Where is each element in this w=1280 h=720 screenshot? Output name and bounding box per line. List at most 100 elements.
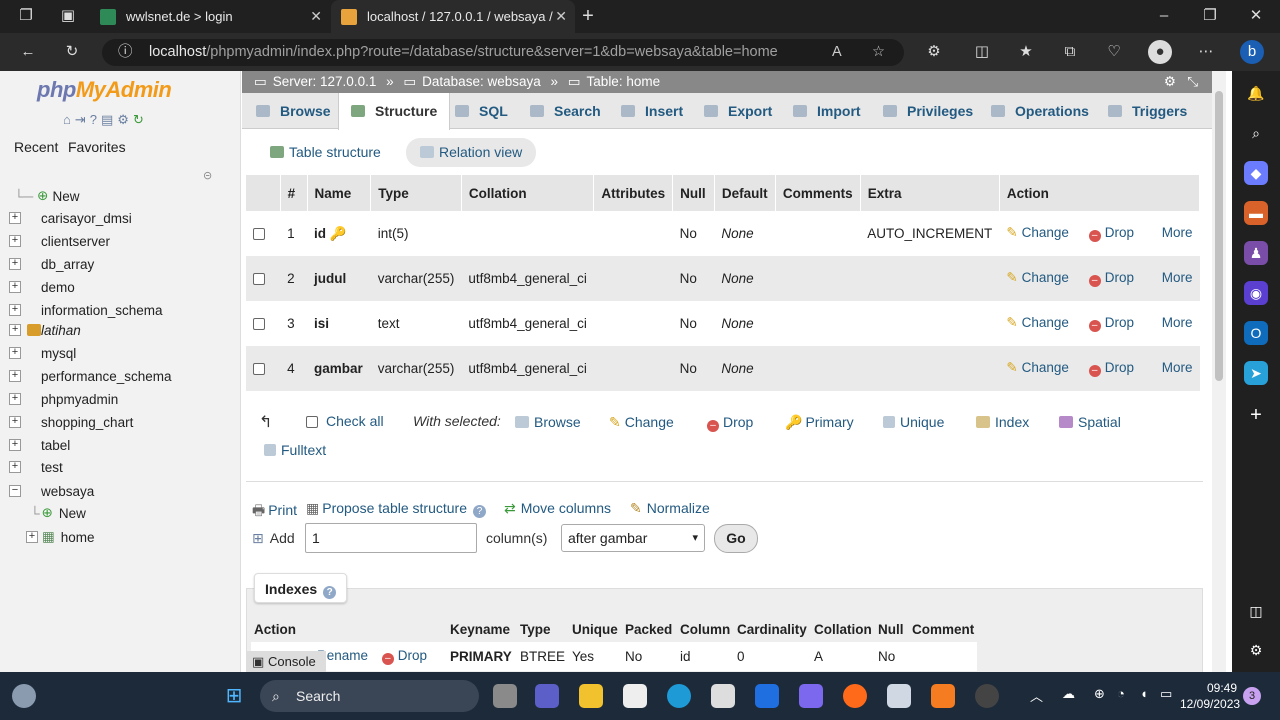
expand-icon[interactable]: + [26,531,38,543]
task-view-icon[interactable] [493,684,517,708]
nav-tab-favorites[interactable]: Favorites [68,139,126,155]
favorite-star-icon[interactable]: ☆ [872,39,885,66]
wifi-icon[interactable]: ◔ [1117,686,1125,701]
tab-privileges[interactable]: Privileges [871,93,985,129]
help-icon[interactable]: ? [90,112,101,127]
collections-icon[interactable]: ⧉ [1058,40,1082,64]
collapse-icon[interactable]: − [9,485,21,497]
tree-db-performance_schema[interactable]: + performance_schema [9,365,172,387]
header-default[interactable]: Default [714,175,776,211]
close-tab-icon[interactable]: ✕ [555,8,567,25]
go-button[interactable]: Go [714,524,758,553]
check-all[interactable]: Check all [306,413,384,429]
more-button[interactable]: More [1162,270,1193,285]
help-icon[interactable]: ? [472,505,486,518]
maximize-icon[interactable]: ❐ [1198,4,1222,28]
drop-button[interactable]: – Drop [1088,315,1134,332]
settings-gear-icon[interactable]: ⚙ [1244,638,1268,662]
taskbar-clock[interactable]: 09:49 12/09/2023 [1180,680,1240,712]
shopping-tag-icon[interactable]: ◆ [1244,161,1268,185]
change-button[interactable]: ✎ Change [1006,270,1069,285]
normalize-link[interactable]: ✎ Normalize [630,500,710,517]
tree-db-phpmyadmin[interactable]: + phpmyadmin [9,388,118,410]
tab-triggers[interactable]: Triggers [1096,93,1199,129]
row-checkbox[interactable] [253,363,265,376]
bulk-fulltext-button[interactable]: Fulltext [264,442,326,458]
dropbox-icon[interactable] [755,684,779,708]
drop-button[interactable]: – Drop [1088,225,1134,242]
url-input[interactable]: ⓘ localhost/phpmyadmin/index.php?route=/… [102,39,904,66]
read-aloud-icon[interactable]: A [832,39,842,66]
breadcrumb-database[interactable]: Database: websaya [422,74,541,89]
edge-icon[interactable] [667,684,691,708]
onedrive-icon[interactable]: ☁ [1062,686,1075,702]
header-name[interactable]: Name [307,175,372,211]
header-attributes[interactable]: Attributes [593,175,674,211]
print-link[interactable]: 🖶 Print [252,500,297,524]
expand-icon[interactable]: + [9,416,21,428]
indexes-toggle[interactable]: Indexes? [254,573,348,603]
breadcrumb-server[interactable]: Server: 127.0.0.1 [273,74,377,89]
tree-db-mysql[interactable]: + mysql [9,342,76,364]
more-button[interactable]: More [1162,225,1193,240]
bulk-index-button[interactable]: Index [976,414,1029,430]
microsoft365-icon[interactable]: ◉ [1244,281,1268,305]
row-checkbox[interactable] [253,228,265,241]
tree-websaya-new[interactable]: └ ⊕ New [30,502,86,524]
windows-start-icon[interactable]: ⊞ [222,684,246,708]
scrollbar-thumb[interactable] [1215,91,1223,381]
nav-tab-recent[interactable]: Recent [14,139,58,155]
tree-db-clientserver[interactable]: + clientserver [9,230,110,252]
row-checkbox[interactable] [253,318,265,331]
weather-icon[interactable] [12,684,36,708]
row-checkbox[interactable] [253,273,265,286]
expand-icon[interactable]: + [9,281,21,293]
settings-gear-icon[interactable]: ⚙ [1164,71,1176,93]
phpmyadmin-logo[interactable]: phpMyAdmin [37,77,172,103]
new-tab-icon[interactable]: + [576,4,600,28]
extensions-icon[interactable]: ⚙ [922,40,946,64]
file-explorer-icon[interactable] [579,684,603,708]
tree-db-tabel[interactable]: + tabel [9,434,70,456]
bulk-primary-button[interactable]: 🔑 Primary [785,414,854,431]
link-panel-icon[interactable]: ⊝ [203,169,212,182]
store-icon[interactable] [623,684,647,708]
tree-db-demo[interactable]: + demo [9,276,75,298]
obs-icon[interactable] [975,684,999,708]
send-icon[interactable]: ➤ [1244,361,1268,385]
tab-search[interactable]: Search [518,93,613,129]
expand-icon[interactable]: + [9,393,21,405]
app-p-icon[interactable] [799,684,823,708]
collapse-panel-icon[interactable]: ⤡ [1187,71,1198,93]
expand-icon[interactable]: + [9,324,21,336]
reload-nav-icon[interactable]: ↻ [133,112,148,127]
profile-avatar-icon[interactable]: ● [1148,40,1172,64]
header-collation[interactable]: Collation [461,175,595,211]
tray-chevron-icon[interactable]: ︿ [1030,686,1043,705]
browser-tab-phpmyadmin[interactable]: localhost / 127.0.0.1 / websaya / ✕ [331,0,575,33]
tree-db-carisayor_dmsi[interactable]: + carisayor_dmsi [9,207,132,229]
notifications-icon[interactable]: 🔔 [1244,81,1268,105]
bulk-browse-button[interactable]: Browse [515,414,581,430]
tree-item-new[interactable]: └─ ⊕ New [14,185,79,207]
subtab-table-structure[interactable]: Table structure [256,138,395,167]
expand-icon[interactable]: + [9,347,21,359]
bulk-spatial-button[interactable]: Spatial [1059,414,1121,430]
amazon-icon[interactable] [711,684,735,708]
tree-db-websaya[interactable]: − websaya [9,480,94,502]
notepad-icon[interactable] [887,684,911,708]
bulk-drop-button[interactable]: – Drop [707,414,753,432]
workspaces-icon[interactable]: ❐ [14,4,38,28]
change-button[interactable]: ✎ Change [1006,315,1069,330]
home-icon[interactable]: ⌂ [63,112,75,127]
more-button[interactable]: More [1162,315,1193,330]
tab-browse[interactable]: Browse [244,93,343,129]
tree-db-test[interactable]: + test [9,456,63,478]
docs-icon[interactable]: ▤ [101,112,117,127]
games-icon[interactable]: ♟ [1244,241,1268,265]
teams-icon[interactable] [535,684,559,708]
more-button[interactable]: More [1162,360,1193,375]
more-menu-icon[interactable]: ⋯ [1194,40,1218,64]
bulk-change-button[interactable]: ✎ Change [609,414,674,431]
copilot-icon[interactable]: b [1240,40,1264,64]
